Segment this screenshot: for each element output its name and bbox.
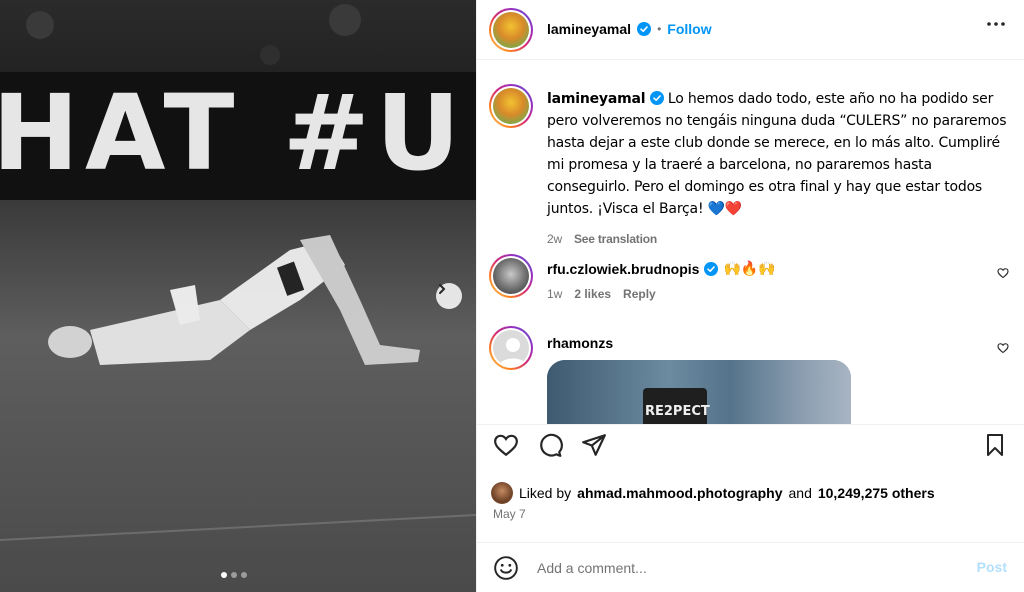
- avatar-border: [491, 10, 531, 50]
- avatar-border: [491, 328, 531, 368]
- author-avatar[interactable]: [489, 8, 533, 52]
- like-comment-heart-icon[interactable]: [997, 342, 1009, 354]
- liker-avatar[interactable]: [491, 482, 513, 504]
- author-username[interactable]: lamineyamal: [547, 21, 631, 37]
- post-header: lamineyamal • Follow: [477, 0, 1024, 60]
- comment-username[interactable]: rfu.czlowiek.brudnopis: [547, 261, 699, 277]
- comment-age: 1w: [547, 287, 563, 301]
- verified-badge-icon: [704, 261, 719, 276]
- verified-badge-icon: [649, 91, 664, 105]
- save-bookmark-icon[interactable]: [983, 432, 1007, 458]
- add-comment-bar: Post: [477, 542, 1024, 592]
- post-photo[interactable]: HAT #U: [0, 0, 476, 592]
- verified-badge-icon: [637, 22, 652, 36]
- caption-meta: 2w See translation: [547, 228, 1007, 250]
- avatar-image: [492, 483, 512, 503]
- comment-item: rfu.czlowiek.brudnopis 🙌🔥🙌 1w 2 likes Repl…: [547, 260, 977, 301]
- share-paper-plane-icon[interactable]: [581, 432, 607, 458]
- action-bar: [477, 432, 1024, 472]
- comment-avatar[interactable]: [489, 254, 533, 298]
- emoji-icon[interactable]: [493, 555, 519, 581]
- liker-username[interactable]: ahmad.mahmood.photography: [577, 485, 782, 501]
- caption-text: Lo hemos dado todo, este año no ha podid…: [547, 91, 1007, 217]
- caption-emojis: 💙❤️: [707, 201, 743, 217]
- like-comment-heart-icon[interactable]: [997, 267, 1009, 279]
- chevron-right-icon: [439, 284, 446, 294]
- header-identity: lamineyamal • Follow: [547, 21, 712, 37]
- carousel-dot: [231, 572, 237, 578]
- more-options-icon[interactable]: [987, 22, 1005, 26]
- comment-input[interactable]: [535, 555, 939, 581]
- comment-likes-button[interactable]: 2 likes: [574, 287, 611, 301]
- comment-username[interactable]: rhamonzs: [547, 335, 613, 351]
- avatar-image: [493, 258, 529, 294]
- next-photo-button[interactable]: [436, 283, 462, 309]
- liked-by-and: and: [788, 485, 812, 501]
- header-separator: •: [657, 22, 662, 36]
- reply-button[interactable]: Reply: [623, 287, 656, 301]
- post-date[interactable]: May 7: [493, 507, 526, 521]
- avatar-image: [493, 330, 529, 366]
- follow-button[interactable]: Follow: [667, 21, 711, 37]
- avatar-border: [491, 86, 531, 126]
- banner-text: HAT #U: [0, 78, 467, 188]
- avatar-image: [493, 88, 529, 124]
- like-heart-icon[interactable]: [493, 432, 519, 458]
- caption-username[interactable]: lamineyamal: [547, 91, 646, 107]
- comment-text: 🙌🔥🙌: [723, 260, 776, 276]
- comment-bubble-icon[interactable]: [537, 432, 563, 458]
- likes-count-button[interactable]: 10,249,275 others: [818, 485, 935, 501]
- comment-image-text: RE2PECT: [645, 404, 710, 419]
- carousel-indicator: [221, 572, 247, 578]
- avatar-image: [493, 12, 529, 48]
- caption: lamineyamal Lo hemos dado todo, este año…: [547, 88, 1007, 250]
- see-translation-button[interactable]: See translation: [574, 232, 657, 246]
- default-avatar-icon: [499, 338, 527, 366]
- comments-scroll-area[interactable]: lamineyamal Lo hemos dado todo, este año…: [477, 60, 1024, 425]
- comment-meta: 1w 2 likes Reply: [547, 287, 977, 301]
- likes-summary: Liked by ahmad.mahmood.photography and 1…: [491, 482, 935, 504]
- carousel-dot: [241, 572, 247, 578]
- liked-by-prefix: Liked by: [519, 485, 572, 501]
- post-comment-button[interactable]: Post: [977, 559, 1007, 575]
- stadium-banner: HAT #U: [0, 78, 476, 188]
- comment-image[interactable]: RE2PECT: [547, 360, 851, 424]
- post-details-panel: lamineyamal • Follow lamineyamal Lo hemo…: [476, 0, 1024, 592]
- caption-avatar[interactable]: [489, 84, 533, 128]
- caption-age: 2w: [547, 232, 562, 246]
- comment-avatar[interactable]: [489, 326, 533, 370]
- avatar-border: [491, 256, 531, 296]
- carousel-dot: [221, 572, 227, 578]
- comment-item: rhamonzs: [547, 335, 613, 351]
